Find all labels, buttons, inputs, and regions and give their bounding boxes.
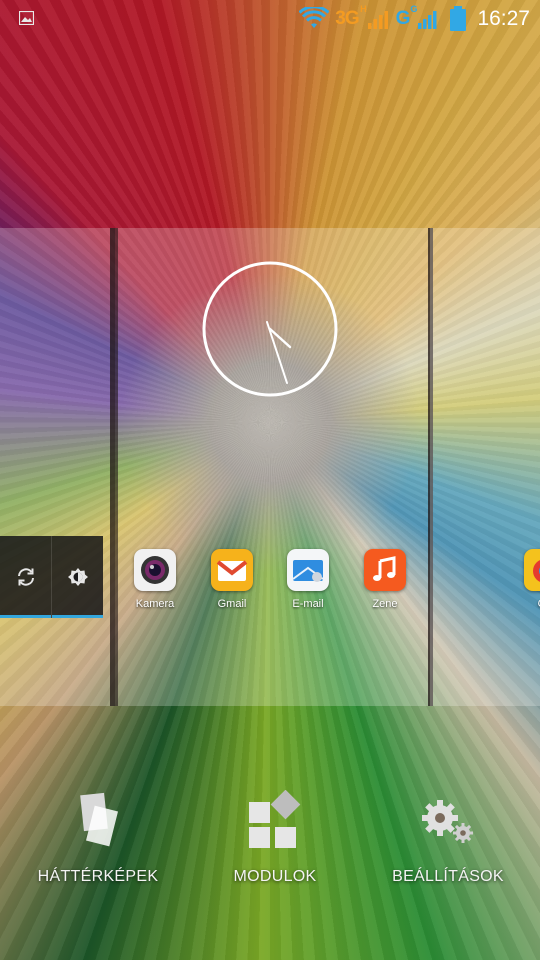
settings-icon [422, 800, 473, 843]
status-time: 16:27 [477, 7, 530, 30]
camera-icon [134, 549, 176, 591]
signal-icon [367, 11, 388, 29]
app-label: Kamera [135, 598, 175, 610]
home-page-preview-right[interactable] [430, 228, 540, 706]
network-type-secondary: GG [395, 4, 418, 29]
app-label: Zene [372, 598, 398, 610]
option-label: MODULOK [233, 868, 317, 885]
music-icon [364, 549, 406, 591]
settings-option[interactable]: BEÁLLÍTÁSOK [368, 790, 528, 886]
status-bar: 3G H GG 16:27 [0, 0, 540, 38]
power-control-widget [0, 536, 103, 618]
games-icon [524, 549, 540, 591]
wallpapers-icon [80, 792, 118, 847]
app-shortcut-email[interactable]: E-mail [268, 549, 348, 610]
app-shortcut-gmail[interactable]: Gmail [192, 549, 272, 610]
gmail-icon [211, 549, 253, 591]
wallpapers-option[interactable]: HÁTTÉRKÉPEK [18, 790, 178, 886]
sync-icon [17, 568, 34, 586]
app-label: E-mail [292, 598, 324, 610]
gallery-notification-icon[interactable] [19, 11, 34, 25]
widgets-option[interactable]: MODULOK [195, 790, 355, 886]
app-shortcut-camera[interactable]: Kamera [115, 549, 195, 610]
analog-clock-widget[interactable] [201, 260, 339, 398]
option-label: HÁTTÉRKÉPEK [37, 868, 159, 885]
email-icon [287, 549, 329, 591]
app-shortcut-music[interactable]: Zene [345, 549, 425, 610]
signal-icon-secondary [418, 11, 437, 29]
app-label: Ga [505, 598, 540, 610]
option-label: BEÁLLÍTÁSOK [392, 868, 504, 885]
app-shortcut-games[interactable]: Ga [505, 549, 540, 610]
widgets-icon [249, 790, 301, 848]
battery-icon [450, 6, 467, 31]
brightness-icon [67, 568, 88, 586]
app-label: Gmail [217, 598, 247, 610]
sync-toggle[interactable] [0, 536, 51, 618]
home-page-preview-left[interactable] [0, 228, 115, 706]
clock-minute-hand [266, 321, 288, 384]
wifi-icon [299, 7, 330, 28]
network-type-primary: 3G H [335, 4, 366, 29]
brightness-toggle[interactable] [51, 536, 103, 618]
